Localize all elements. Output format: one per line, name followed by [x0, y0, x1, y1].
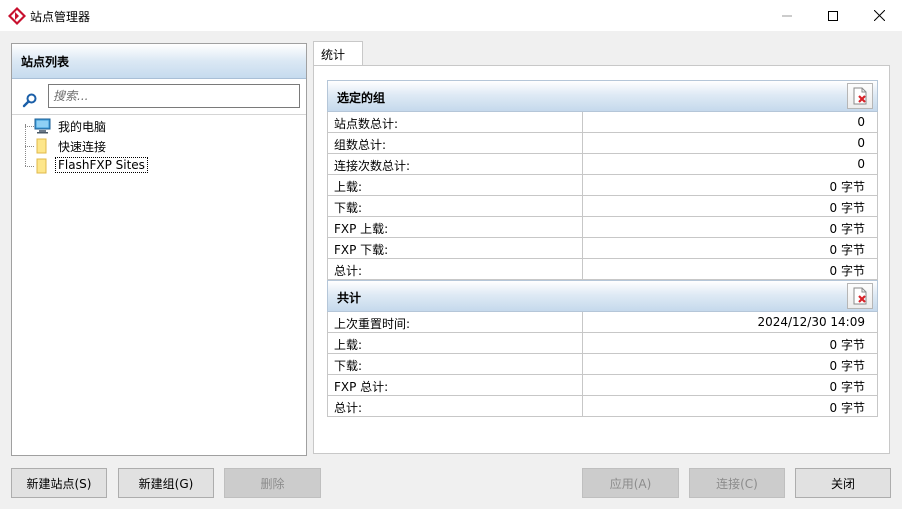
divider — [12, 114, 306, 115]
tree-item-label: FlashFXP Sites — [55, 157, 148, 173]
stat-row: 上载: 0 字节 — [327, 175, 878, 196]
stat-row: 总计: 0 字节 — [327, 259, 878, 280]
search-icon — [22, 93, 37, 108]
stat-value: 0 字节 — [829, 180, 865, 194]
stat-label: FXP 上载: — [334, 222, 389, 236]
column-divider — [582, 396, 583, 416]
stat-row: FXP 上载: 0 字节 — [327, 217, 878, 238]
stat-value: 2024/12/30 14:09 — [757, 315, 865, 329]
new-site-button[interactable]: 新建站点(S) — [11, 468, 107, 498]
tab-statistics[interactable]: 统计 — [313, 41, 363, 65]
column-divider — [582, 112, 583, 132]
tree-item-quick-connect[interactable]: 快速连接 — [12, 136, 306, 156]
folder-icon — [36, 158, 47, 174]
stat-row: 总计: 0 字节 — [327, 396, 878, 417]
tree-item-my-computer[interactable]: 我的电脑 — [12, 116, 306, 136]
close-icon — [873, 10, 885, 21]
stat-label: 站点数总计: — [334, 117, 399, 131]
stat-value: 0 — [857, 115, 865, 129]
minimize-button[interactable] — [764, 0, 810, 31]
stat-value: 0 字节 — [829, 380, 865, 394]
stat-row: 下载: 0 字节 — [327, 354, 878, 375]
stat-label: 上载: — [334, 338, 363, 352]
stat-row: 下载: 0 字节 — [327, 196, 878, 217]
stat-label: 上载: — [334, 180, 363, 194]
stat-row: FXP 下载: 0 字节 — [327, 238, 878, 259]
close-button[interactable]: 关闭 — [795, 468, 891, 498]
site-list-title: 站点列表 — [21, 55, 70, 69]
stat-row: 连接次数总计: 0 — [327, 154, 878, 175]
column-divider — [582, 217, 583, 237]
connect-button[interactable]: 连接(C) — [689, 468, 785, 498]
column-divider — [582, 238, 583, 258]
stat-value: 0 字节 — [829, 243, 865, 257]
reset-total-button[interactable] — [847, 283, 873, 309]
clear-stats-icon — [853, 87, 867, 105]
stat-label: 连接次数总计: — [334, 159, 411, 173]
close-window-button[interactable] — [856, 0, 902, 31]
stat-value: 0 字节 — [829, 401, 865, 415]
new-group-button[interactable]: 新建组(G) — [118, 468, 214, 498]
tree-item-label: 我的电脑 — [58, 120, 107, 134]
stat-label: 组数总计: — [334, 138, 387, 152]
column-divider — [582, 312, 583, 332]
stat-label: 上次重置时间: — [334, 317, 411, 331]
stat-value: 0 字节 — [829, 264, 865, 278]
total-title: 共计 — [337, 291, 362, 305]
stat-label: FXP 总计: — [334, 380, 389, 394]
tree-connector — [25, 166, 34, 167]
column-divider — [582, 133, 583, 153]
selected-group-header: 选定的组 — [327, 80, 878, 112]
stat-row: 上载: 0 字节 — [327, 333, 878, 354]
stat-label: FXP 下载: — [334, 243, 389, 257]
stat-row: FXP 总计: 0 字节 — [327, 375, 878, 396]
search-input[interactable] — [48, 84, 300, 108]
reset-selected-group-button[interactable] — [847, 83, 873, 109]
stat-row: 站点数总计: 0 — [327, 112, 878, 133]
tree-connector — [25, 146, 34, 147]
stat-label: 下载: — [334, 359, 363, 373]
clear-stats-icon — [853, 287, 867, 305]
computer-icon — [34, 118, 51, 134]
tree-item-label: 快速连接 — [58, 140, 107, 154]
stat-label: 总计: — [334, 401, 363, 415]
stat-label: 总计: — [334, 264, 363, 278]
site-list-header: 站点列表 — [12, 44, 306, 79]
maximize-icon — [828, 10, 838, 21]
stat-label: 下载: — [334, 201, 363, 215]
total-header: 共计 — [327, 280, 878, 312]
tab-label: 统计 — [321, 48, 346, 62]
minimize-icon — [782, 15, 792, 16]
tree-item-flashfxp-sites[interactable]: FlashFXP Sites — [12, 156, 306, 176]
column-divider — [582, 259, 583, 279]
column-divider — [582, 175, 583, 195]
folder-icon — [36, 138, 47, 154]
site-list-panel: 站点列表 我的电脑 快速连接 — [11, 43, 307, 456]
apply-button[interactable]: 应用(A) — [582, 468, 679, 498]
stat-value: 0 字节 — [829, 201, 865, 215]
column-divider — [582, 375, 583, 395]
stat-value: 0 字节 — [829, 222, 865, 236]
column-divider — [582, 333, 583, 353]
window-title: 站点管理器 — [30, 10, 91, 24]
maximize-button[interactable] — [810, 0, 856, 31]
title-bar: 站点管理器 — [0, 0, 902, 31]
column-divider — [582, 354, 583, 374]
stat-value: 0 字节 — [829, 338, 865, 352]
stat-row: 上次重置时间: 2024/12/30 14:09 — [327, 312, 878, 333]
flashfxp-logo-icon — [8, 7, 26, 25]
tab-strip: 统计 — [313, 41, 891, 65]
stat-value: 0 字节 — [829, 359, 865, 373]
column-divider — [582, 196, 583, 216]
delete-button[interactable]: 删除 — [224, 468, 321, 498]
tree-connector — [25, 126, 34, 127]
column-divider — [582, 154, 583, 174]
stat-value: 0 — [857, 136, 865, 150]
selected-group-title: 选定的组 — [337, 91, 386, 105]
stat-value: 0 — [857, 157, 865, 171]
stat-row: 组数总计: 0 — [327, 133, 878, 154]
